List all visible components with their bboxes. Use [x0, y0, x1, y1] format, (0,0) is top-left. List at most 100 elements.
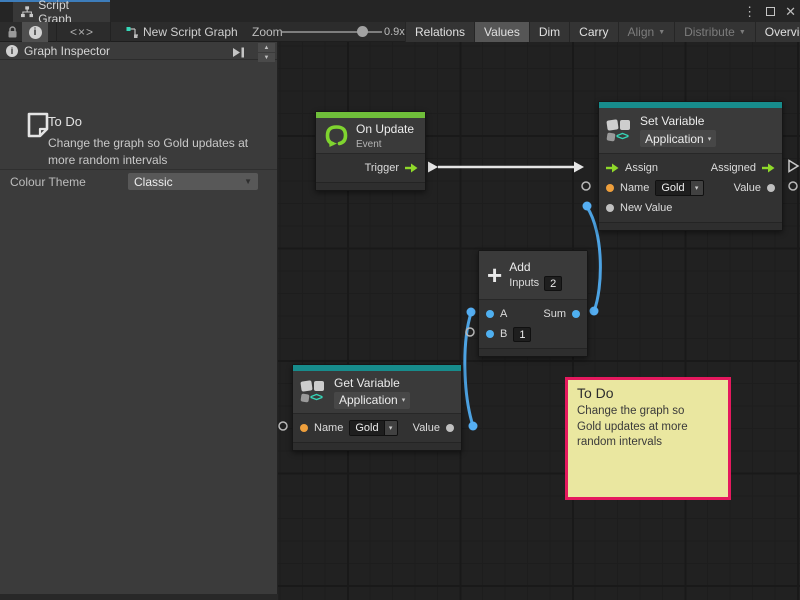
- toolbar-separator: [56, 22, 57, 42]
- variable-icon: <>: [301, 380, 327, 404]
- node-header[interactable]: On Update Event: [316, 118, 425, 153]
- values-button[interactable]: Values: [474, 22, 529, 42]
- inspector-todo-title: To Do: [48, 114, 82, 129]
- port-assigned-out-triangle[interactable]: [789, 161, 798, 172]
- node-header[interactable]: <> Get Variable Application ▾: [293, 371, 461, 413]
- port-row-assign[interactable]: Assign Assigned: [599, 158, 782, 178]
- port-value-icon[interactable]: [446, 424, 454, 432]
- port-new-value-icon[interactable]: [606, 204, 614, 212]
- port-get-value-anchor[interactable]: [469, 422, 478, 431]
- variable-scope-dropdown[interactable]: Application ▾: [640, 130, 716, 147]
- script-graph-asset-icon: [124, 22, 140, 42]
- sticky-note-icon: [26, 112, 50, 144]
- port-row-a[interactable]: A Sum: [479, 304, 587, 324]
- toolbar-button-group: Relations Values Dim Carry Align▼ Distri…: [405, 22, 800, 42]
- toolbar-separator: [110, 22, 111, 42]
- scroll-down-icon: ▼: [264, 55, 270, 61]
- port-name-icon[interactable]: [606, 184, 614, 192]
- flow-in-arrow-icon[interactable]: [606, 163, 619, 173]
- variable-name-dropdown[interactable]: Gold ▾: [349, 420, 397, 436]
- sticky-note[interactable]: To Do Change the graph so Gold updates a…: [565, 377, 731, 500]
- graph-toolbar: i <×> New Script Graph Zoom 0.9x Relatio…: [0, 22, 800, 42]
- chevron-down-icon: ▼: [658, 29, 665, 36]
- node-header[interactable]: <> Set Variable Application ▾: [599, 108, 782, 153]
- node-on-update[interactable]: On Update Event Trigger: [315, 111, 426, 191]
- wire-arrowhead: [574, 162, 584, 173]
- port-b-icon[interactable]: [486, 330, 494, 338]
- scroll-up-button[interactable]: ▲: [258, 43, 275, 52]
- graph-hierarchy-icon: [21, 6, 33, 18]
- node-set-variable[interactable]: <> Set Variable Application ▾ Assign Ass…: [598, 101, 783, 231]
- port-row-name[interactable]: Name Gold ▾ Value: [599, 178, 782, 198]
- chevron-down-icon: ▾: [402, 396, 406, 404]
- zoom-label: Zoom: [252, 22, 283, 42]
- tab-script-graph[interactable]: Script Graph: [13, 2, 110, 22]
- on-update-loop-icon: [324, 123, 349, 148]
- graph-canvas[interactable]: On Update Event Trigger <> Set: [278, 42, 800, 600]
- chevron-down-icon: ▼: [739, 29, 746, 36]
- code-preview-button[interactable]: <×>: [62, 22, 102, 42]
- flow-out-arrow-icon[interactable]: [762, 163, 775, 173]
- chevron-down-icon: ▾: [708, 135, 712, 143]
- inputs-count-field[interactable]: 2: [544, 276, 562, 291]
- port-name-icon[interactable]: [300, 424, 308, 432]
- port-getvar-name-ring[interactable]: [279, 422, 287, 430]
- port-add-sum-anchor[interactable]: [590, 307, 599, 316]
- info-icon: i: [29, 26, 42, 39]
- port-add-a-anchor[interactable]: [467, 308, 476, 317]
- zoom-value: 0.9x: [384, 22, 405, 42]
- colour-theme-value: Classic: [134, 175, 173, 189]
- chevron-down-icon: ▾: [384, 421, 397, 435]
- window-tab-bar: Script Graph ⋮ ✕: [0, 0, 800, 22]
- port-setvar-value-ring[interactable]: [789, 182, 797, 190]
- dim-button[interactable]: Dim: [529, 22, 569, 42]
- chevron-down-icon: ▾: [690, 181, 703, 195]
- variable-scope-dropdown[interactable]: Application ▾: [334, 392, 410, 409]
- divider: [0, 169, 277, 170]
- lock-button[interactable]: [4, 22, 20, 42]
- dock-right-icon: [232, 47, 245, 58]
- node-add[interactable]: + Add Inputs 2 A Sum B 1: [478, 250, 588, 357]
- port-sum-icon[interactable]: [572, 310, 580, 318]
- variable-name-dropdown[interactable]: Gold ▾: [655, 180, 703, 196]
- window-maximize-icon[interactable]: [766, 7, 775, 16]
- graph-asset-name[interactable]: New Script Graph: [143, 22, 238, 42]
- node-body: Trigger: [316, 153, 425, 182]
- node-get-variable[interactable]: <> Get Variable Application ▾ Name Gold …: [292, 364, 462, 451]
- panel-title: Graph Inspector: [24, 44, 110, 58]
- colour-theme-dropdown[interactable]: Classic ▼: [128, 173, 258, 190]
- chevron-down-icon: ▼: [244, 177, 252, 186]
- relations-button[interactable]: Relations: [405, 22, 474, 42]
- plus-icon: +: [487, 264, 502, 286]
- port-row-b[interactable]: B 1: [479, 324, 587, 344]
- sticky-note-title: To Do: [577, 385, 719, 401]
- graph-inspector-panel: i Graph Inspector ▲ ▼ To Do Change the g…: [0, 42, 278, 594]
- port-row-new-value[interactable]: New Value: [599, 198, 782, 218]
- panel-scrollbar: ▲ ▼: [258, 43, 275, 63]
- colour-theme-label: Colour Theme: [10, 175, 86, 189]
- carry-button[interactable]: Carry: [569, 22, 617, 42]
- overview-button[interactable]: Overview: [755, 22, 800, 42]
- port-row-name[interactable]: Name Gold ▾ Value: [293, 418, 461, 438]
- flow-out-arrow-icon[interactable]: [405, 163, 418, 173]
- window-menu-icon[interactable]: ⋮: [743, 5, 756, 18]
- port-a-icon[interactable]: [486, 310, 494, 318]
- port-newvalue-anchor[interactable]: [583, 202, 592, 211]
- port-value-icon[interactable]: [767, 184, 775, 192]
- inspector-toggle-button[interactable]: i: [22, 22, 48, 42]
- b-value-field[interactable]: 1: [513, 327, 531, 342]
- node-header[interactable]: + Add Inputs 2: [479, 251, 587, 299]
- scroll-down-button[interactable]: ▼: [258, 53, 275, 62]
- port-setvar-name-ring[interactable]: [582, 182, 590, 190]
- collapse-panel-button[interactable]: [232, 45, 245, 63]
- window-close-icon[interactable]: ✕: [785, 5, 796, 18]
- port-row-trigger[interactable]: Trigger: [316, 158, 425, 178]
- node-body: Name Gold ▾ Value: [293, 413, 461, 442]
- window-controls: ⋮ ✕: [743, 0, 796, 22]
- align-dropdown[interactable]: Align▼: [618, 22, 675, 42]
- port-trigger-out-anchor[interactable]: [428, 162, 438, 173]
- node-body: Assign Assigned Name Gold ▾ Value: [599, 153, 782, 222]
- distribute-dropdown[interactable]: Distribute▼: [674, 22, 755, 42]
- zoom-slider-handle[interactable]: [357, 26, 368, 37]
- node-footer: [316, 182, 425, 190]
